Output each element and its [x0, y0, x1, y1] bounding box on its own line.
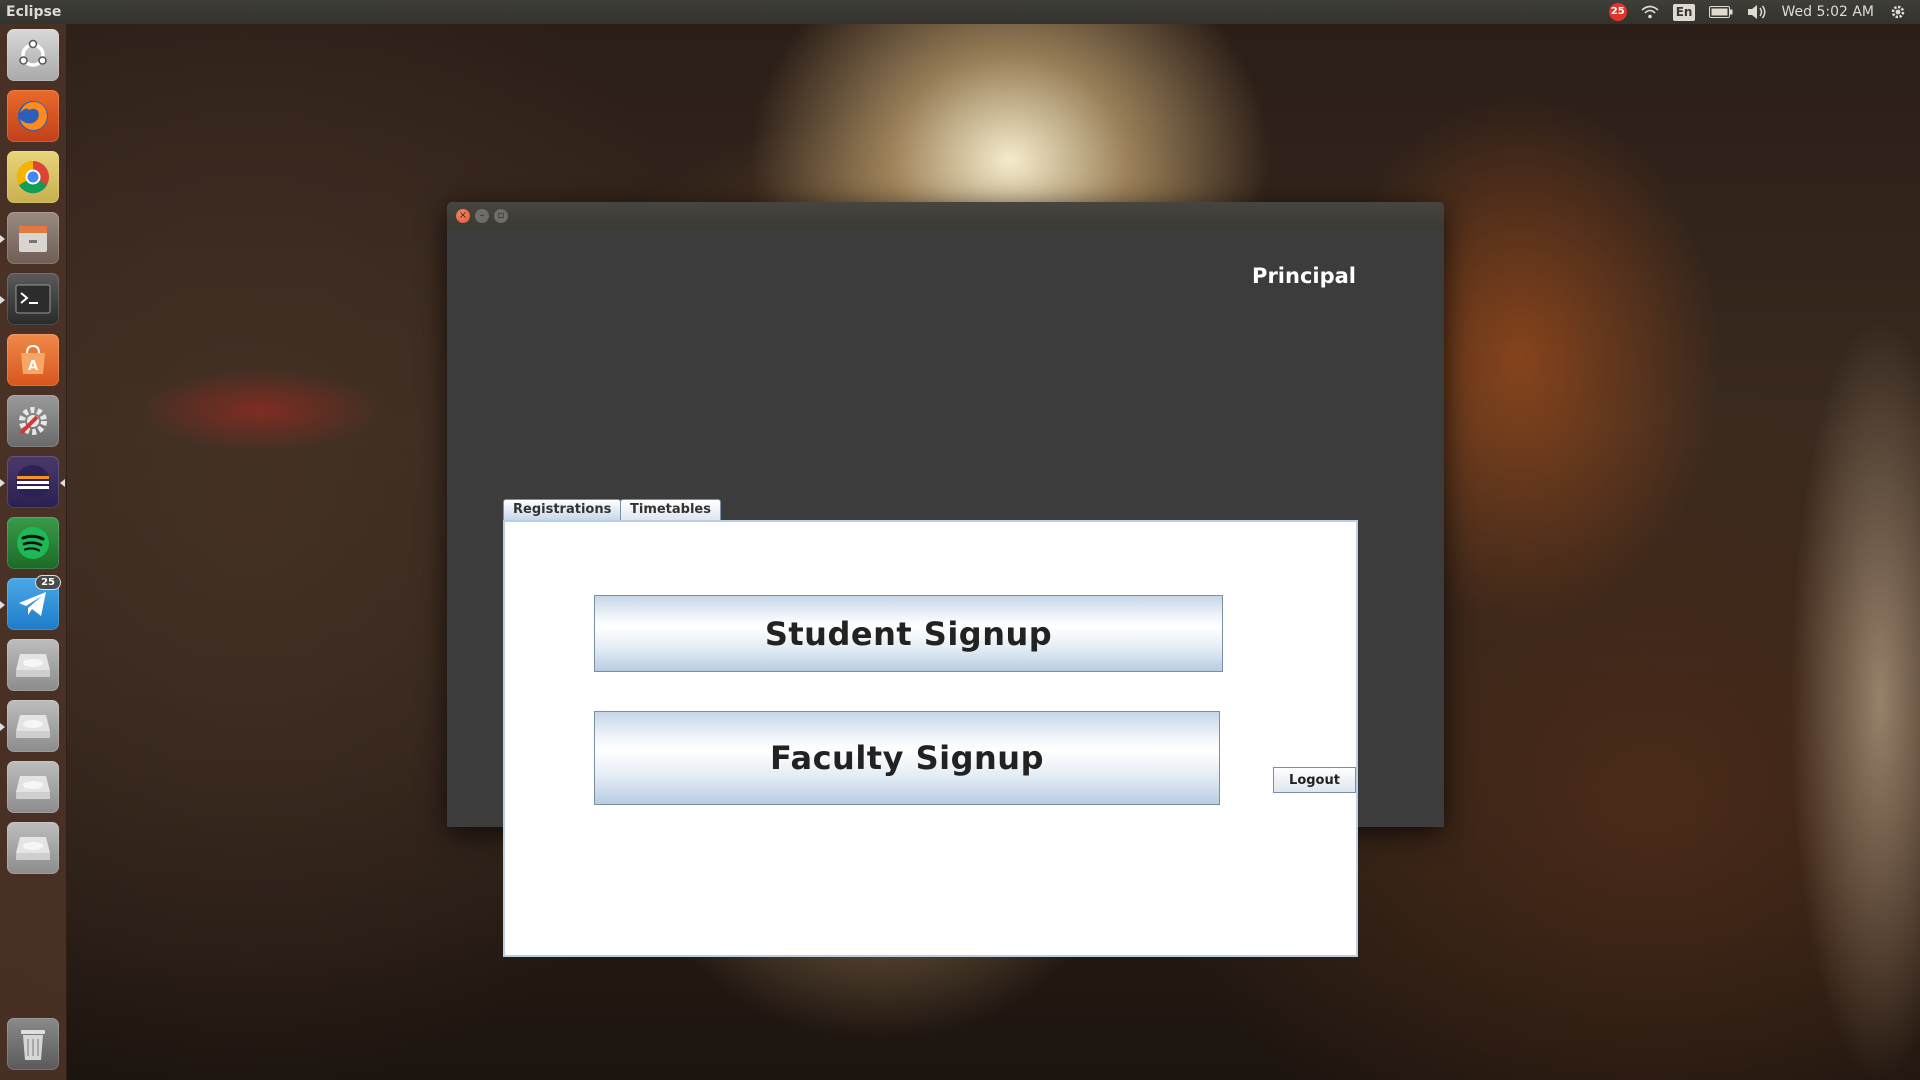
- launcher-item-drive-3[interactable]: [7, 761, 59, 813]
- terminal-icon: [15, 284, 51, 314]
- launcher-item-drive-4[interactable]: [7, 822, 59, 874]
- close-icon[interactable]: ×: [456, 209, 470, 223]
- student-signup-button[interactable]: Student Signup: [594, 595, 1223, 672]
- keyboard-layout-label: En: [1672, 3, 1696, 21]
- telegram-icon: [19, 592, 46, 616]
- chrome-icon: [16, 160, 49, 194]
- notification-count-badge: 25: [1608, 3, 1627, 21]
- drive-icon: [16, 654, 50, 677]
- running-indicator: [0, 723, 5, 731]
- launcher-item-eclipse[interactable]: [7, 456, 59, 508]
- running-indicator: [0, 601, 5, 609]
- minimize-icon[interactable]: –: [475, 209, 489, 223]
- settings-icon: [19, 407, 47, 435]
- registrations-panel: Student Signup Faculty Signup: [503, 520, 1358, 957]
- maximize-icon[interactable]: ▫: [494, 209, 508, 223]
- launcher-item-drive-1[interactable]: [7, 639, 59, 691]
- trash-icon: [21, 1030, 45, 1060]
- launcher-item-files[interactable]: [7, 212, 59, 264]
- notification-indicator[interactable]: 25: [1608, 3, 1627, 21]
- user-role-label: Principal: [1252, 264, 1356, 288]
- launcher-item-dash[interactable]: [7, 29, 59, 81]
- spotify-icon: [17, 527, 49, 559]
- top-panel: Eclipse 25 En Wed 5:02 AM: [0, 0, 1920, 24]
- eclipse-icon: [16, 465, 50, 499]
- drive-icon: [16, 715, 50, 738]
- session-gear-icon[interactable]: [1890, 4, 1906, 20]
- window-titlebar[interactable]: × – ▫: [447, 202, 1444, 230]
- app-window: × – ▫ Principal Registrations Timetables…: [447, 202, 1444, 957]
- launcher-item-firefox[interactable]: [7, 90, 59, 142]
- tab-timetables[interactable]: Timetables: [620, 499, 721, 520]
- software-center-icon: A: [21, 344, 45, 374]
- drive-icon: [16, 776, 50, 799]
- launcher: A 25: [0, 24, 67, 1080]
- launcher-item-settings[interactable]: [7, 395, 59, 447]
- active-app-name: Eclipse: [6, 4, 62, 20]
- wifi-icon[interactable]: [1641, 5, 1659, 19]
- running-indicator: [0, 296, 5, 304]
- indicator-area: 25 En Wed 5:02 AM: [1608, 0, 1920, 24]
- running-indicator: [0, 235, 5, 243]
- launcher-item-spotify[interactable]: [7, 517, 59, 569]
- svg-text:A: A: [28, 359, 38, 374]
- launcher-item-terminal[interactable]: [7, 273, 59, 325]
- ubuntu-logo-icon: [19, 39, 47, 67]
- launcher-item-software[interactable]: A: [7, 334, 59, 386]
- tab-registrations[interactable]: Registrations: [503, 499, 622, 520]
- files-icon: [19, 226, 47, 252]
- launcher-item-chrome[interactable]: [7, 151, 59, 203]
- launcher-item-telegram[interactable]: 25: [7, 575, 61, 630]
- logout-button[interactable]: Logout: [1273, 767, 1356, 793]
- focused-indicator: [60, 479, 65, 487]
- volume-icon[interactable]: [1747, 4, 1767, 20]
- running-indicator: [0, 479, 5, 487]
- firefox-icon: [18, 101, 48, 131]
- keyboard-layout-indicator[interactable]: En: [1672, 3, 1696, 21]
- clock[interactable]: Wed 5:02 AM: [1781, 0, 1874, 24]
- faculty-signup-button[interactable]: Faculty Signup: [594, 711, 1220, 805]
- launcher-item-trash[interactable]: [7, 1018, 59, 1070]
- battery-icon[interactable]: [1709, 6, 1733, 18]
- launcher-item-drive-2[interactable]: [7, 700, 59, 752]
- telegram-unread-badge: 25: [35, 575, 61, 590]
- drive-icon: [16, 837, 50, 860]
